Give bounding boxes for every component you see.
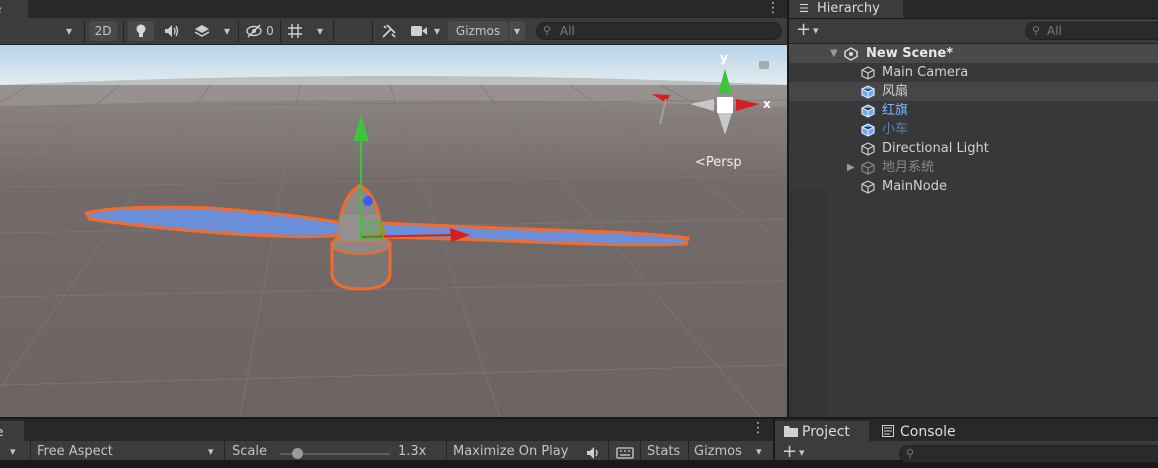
effects-dropdown-icon[interactable]: ▾ [219, 21, 235, 41]
hierarchy-item[interactable]: Main Camera [789, 63, 1158, 82]
camera-dropdown-icon[interactable]: ▾ [430, 21, 444, 41]
console-icon [882, 425, 894, 437]
scene-root-row[interactable]: ▼ New Scene* [789, 44, 1158, 63]
gameobject-icon [861, 161, 875, 175]
hierarchy-search-input[interactable]: ⚲ All [1025, 22, 1158, 40]
gizmos-button[interactable]: Gizmos [448, 21, 508, 41]
project-tab[interactable]: Project [775, 421, 869, 441]
hierarchy-item-label: 红旗 [882, 103, 909, 118]
project-search-input[interactable]: ⚲ [899, 445, 1158, 463]
scene-viewport[interactable]: y x <Persp [0, 45, 787, 417]
persp-icon: < [695, 155, 706, 170]
project-add-dropdown-icon[interactable]: ▾ [799, 441, 805, 465]
scale-slider-thumb[interactable] [291, 448, 303, 459]
gameobject-icon [861, 142, 875, 156]
mode-2d-button[interactable]: 2D [89, 21, 117, 41]
scene-tab[interactable]: e [0, 0, 28, 18]
hierarchy-tab[interactable]: ☰ Hierarchy [789, 0, 903, 18]
hierarchy-tab-label: Hierarchy [817, 1, 880, 16]
game-toolbar: ▾ Free Aspect ▾ Scale 1.3x Maximize On P… [0, 441, 773, 460]
create-dropdown-icon[interactable]: ▾ [813, 19, 819, 43]
game-gizmos-dropdown-icon[interactable]: ▾ [756, 441, 762, 460]
hierarchy-item-label: 小车 [882, 122, 909, 137]
grid-dropdown-icon[interactable]: ▾ [312, 21, 328, 41]
game-gizmos-toggle[interactable]: Gizmos [694, 441, 742, 460]
hierarchy-list-icon: ☰ [799, 2, 809, 15]
audio-toggle-icon[interactable] [160, 21, 184, 41]
effects-toggle-icon[interactable] [190, 21, 214, 41]
scene-menu-icon[interactable]: ⋮ [766, 1, 780, 15]
scale-label: Scale [232, 444, 267, 459]
hierarchy-item-label: MainNode [882, 179, 947, 194]
expand-arrow-icon[interactable]: ▼ [830, 44, 838, 63]
stats-toggle[interactable]: Stats [647, 441, 680, 460]
game-menu-icon[interactable]: ⋮ [751, 421, 765, 435]
scene-tab-label: e [0, 2, 1, 16]
gizmos-dropdown-icon[interactable]: ▾ [509, 21, 525, 41]
hierarchy-item[interactable]: Directional Light [789, 139, 1158, 158]
lighting-toggle-icon[interactable] [128, 21, 154, 41]
scene-search-input[interactable]: ⚲ All [536, 22, 782, 40]
draw-mode-dropdown-icon[interactable]: ▾ [60, 21, 78, 41]
orientation-gizmo[interactable]: y x [650, 49, 780, 144]
hierarchy-item-label: Main Camera [882, 65, 969, 80]
hierarchy-tree: ▼ New Scene* Main Camera 风扇红旗小车 Directiona… [789, 44, 1158, 417]
scene-visibility-icon[interactable] [243, 21, 265, 41]
gizmo-axis-y-label: y [720, 51, 728, 65]
maximize-on-play-toggle[interactable]: Maximize On Play [453, 441, 568, 460]
create-add-button[interactable]: + [796, 19, 811, 41]
hierarchy-item[interactable]: ▶ 地月系统 [789, 158, 1158, 177]
hierarchy-item-label: 风扇 [882, 84, 909, 99]
folder-icon [784, 426, 798, 437]
hierarchy-item[interactable]: 红旗 [789, 101, 1158, 120]
gameobject-icon [861, 66, 875, 80]
tools-icon[interactable] [377, 21, 401, 41]
camera-settings-icon[interactable] [408, 21, 430, 41]
search-icon: ⚲ [543, 24, 552, 37]
hierarchy-item[interactable]: 小车 [789, 120, 1158, 139]
grid-toggle-icon[interactable] [284, 21, 306, 41]
scale-slider[interactable] [280, 448, 390, 459]
prefab-icon [861, 123, 875, 137]
gizmo-axis-x-label: x [763, 97, 771, 111]
hierarchy-item[interactable]: MainNode [789, 177, 1158, 196]
hierarchy-search-placeholder: All [1047, 24, 1062, 38]
aspect-dropdown[interactable]: Free Aspect [37, 441, 113, 460]
mute-audio-icon[interactable] [586, 441, 602, 460]
project-tab-label: Project [802, 424, 850, 440]
display-dropdown-icon[interactable]: ▾ [10, 441, 16, 460]
hierarchy-item[interactable]: 风扇 [789, 82, 1158, 101]
scale-value: 1.3x [398, 444, 427, 459]
shortcuts-keyboard-icon[interactable] [616, 441, 634, 460]
projection-label: Persp [705, 155, 742, 170]
game-tab-bar: e ⋮ [0, 419, 773, 441]
prefab-icon [861, 104, 875, 118]
project-tab-bar: Project Console [775, 419, 1158, 441]
scene-name: New Scene* [866, 46, 953, 61]
game-tab[interactable]: e [0, 421, 24, 441]
search-icon: ⚲ [1032, 24, 1041, 37]
hierarchy-item-label: Directional Light [882, 141, 989, 156]
prefab-icon [861, 85, 875, 99]
unity-scene-icon [844, 47, 858, 61]
game-tab-label: e [0, 425, 3, 439]
console-tab[interactable]: Console [875, 421, 965, 441]
aspect-dropdown-icon[interactable]: ▾ [208, 441, 214, 460]
project-toolbar: + ▾ ⚲ [775, 441, 1158, 463]
expand-arrow-icon[interactable]: ▶ [847, 158, 855, 177]
hierarchy-item-label: 地月系统 [882, 160, 935, 175]
hierarchy-toolbar: + ▾ ⚲ All [789, 19, 1158, 44]
gameobject-icon [861, 180, 875, 194]
scene-toolbar: ▾ 2D ▾ 0 ▾ ▾ Gizmos ▾ ⚲ All [0, 18, 787, 45]
scene-search-placeholder: All [560, 24, 575, 38]
projection-toggle[interactable]: <Persp [695, 155, 742, 170]
console-tab-label: Console [900, 424, 956, 440]
scene-tab-bar: e ⋮ [0, 0, 787, 18]
hidden-count: 0 [266, 24, 274, 38]
